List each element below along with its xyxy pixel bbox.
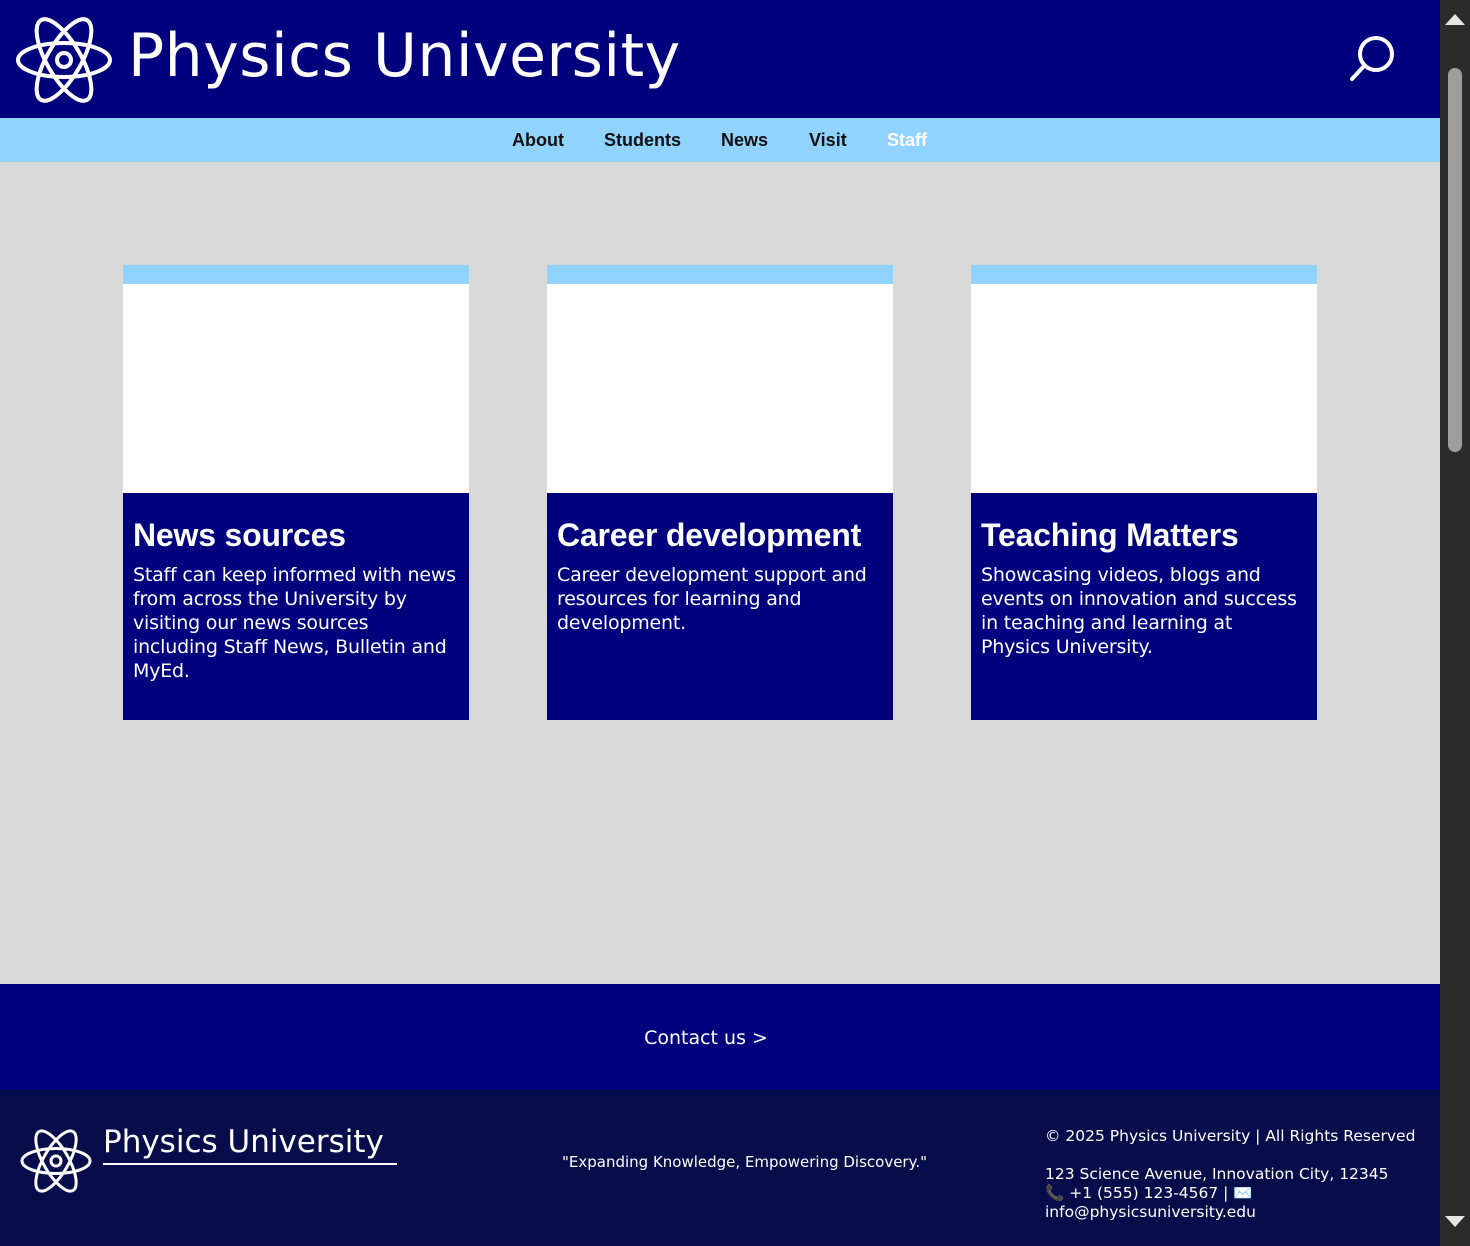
- card-image: [971, 284, 1317, 493]
- card-text: Staff can keep informed with news from a…: [133, 564, 456, 682]
- search-icon[interactable]: [1346, 34, 1398, 84]
- site-footer: Physics University "Expanding Knowledge,…: [0, 1090, 1440, 1246]
- scrollbar-thumb[interactable]: [1448, 68, 1462, 452]
- card-news-sources[interactable]: News sources Staff can keep informed wit…: [123, 265, 469, 720]
- card-title[interactable]: Teaching Matters: [981, 515, 1309, 555]
- card-accent-bar: [123, 265, 469, 284]
- footer-contact-info: © 2025 Physics University | All Rights R…: [1045, 1127, 1435, 1222]
- main-nav: About Students News Visit Staff: [0, 118, 1440, 162]
- footer-title[interactable]: Physics University: [103, 1122, 397, 1165]
- footer-copyright: © 2025 Physics University | All Rights R…: [1045, 1127, 1416, 1145]
- site-header: Physics University: [0, 0, 1440, 118]
- atom-icon[interactable]: [16, 8, 112, 112]
- footer-spacer: [1045, 1146, 1435, 1165]
- nav-item-visit[interactable]: Visit: [809, 128, 847, 152]
- page: Physics University About Students News V…: [0, 0, 1440, 1246]
- card-text: Career development support and resources…: [557, 564, 867, 634]
- nav-item-news[interactable]: News: [721, 128, 768, 152]
- contact-banner: Contact us >: [0, 984, 1440, 1090]
- card-career-development[interactable]: Career development Career development su…: [547, 265, 893, 720]
- scroll-down-arrow-icon[interactable]: [1445, 1216, 1465, 1227]
- vertical-scrollbar[interactable]: [1440, 0, 1470, 1246]
- footer-tagline: "Expanding Knowledge, Empowering Discove…: [562, 1153, 928, 1171]
- card-title[interactable]: News sources: [133, 515, 461, 555]
- scroll-up-arrow-icon[interactable]: [1445, 14, 1465, 25]
- atom-icon: [20, 1129, 92, 1193]
- footer-email[interactable]: info@physicsuniversity.edu: [1045, 1203, 1435, 1222]
- nav-item-about[interactable]: About: [512, 128, 564, 152]
- card-title[interactable]: Career development: [557, 515, 885, 555]
- footer-address: 123 Science Avenue, Innovation City, 123…: [1045, 1165, 1389, 1183]
- nav-item-staff[interactable]: Staff: [887, 128, 927, 152]
- card-image: [123, 284, 469, 493]
- footer-phone[interactable]: 📞 +1 (555) 123-4567 | ✉️: [1045, 1184, 1435, 1203]
- contact-us-link[interactable]: Contact us >: [0, 1024, 1412, 1052]
- card-image: [547, 284, 893, 493]
- card-accent-bar: [547, 265, 893, 284]
- nav-item-students[interactable]: Students: [604, 128, 681, 152]
- card-accent-bar: [971, 265, 1317, 284]
- site-title[interactable]: Physics University: [128, 16, 681, 96]
- card-teaching-matters[interactable]: Teaching Matters Showcasing videos, blog…: [971, 265, 1317, 720]
- card-text: Showcasing videos, blogs and events on i…: [981, 564, 1297, 658]
- nav-list: About Students News Visit Staff: [0, 118, 1440, 162]
